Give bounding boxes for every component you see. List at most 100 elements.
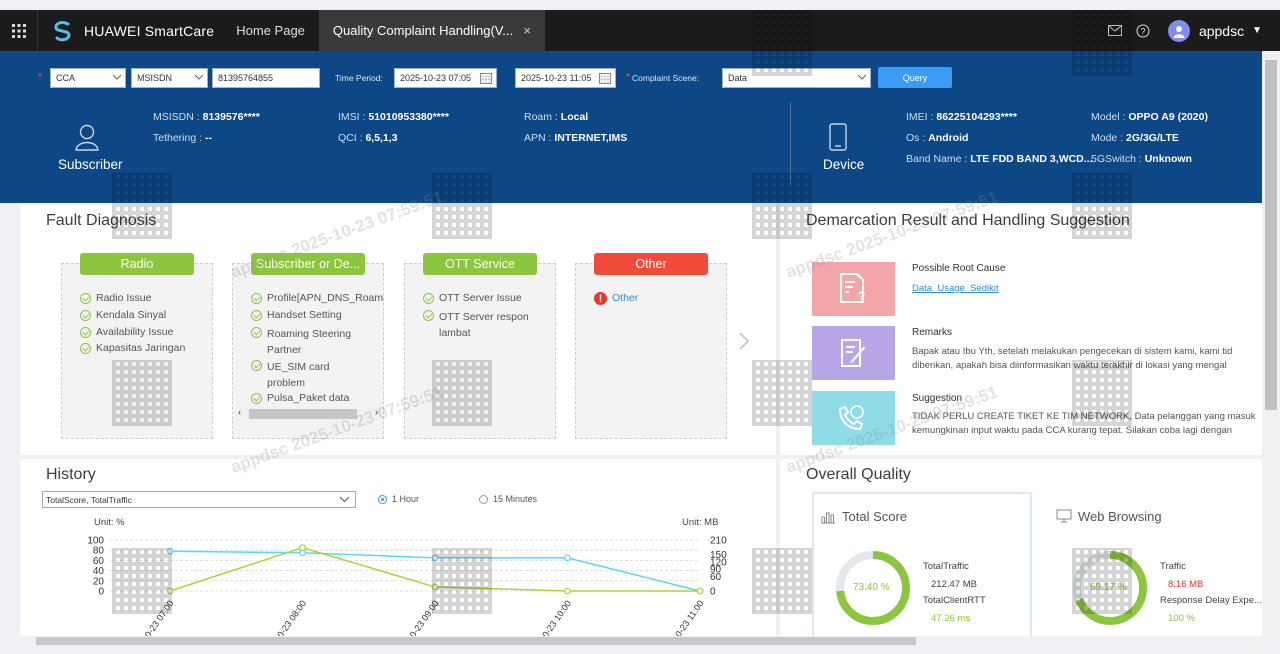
help-icon[interactable]: ? (1136, 24, 1150, 38)
qci-info: QCI : 6,5,1,3 (338, 132, 398, 144)
data-point (564, 587, 571, 595)
tab-home-page[interactable]: Home Page (222, 10, 319, 51)
list-item: UE_SIM card problem (251, 359, 341, 391)
tab-quality-complaint[interactable]: Quality Complaint Handling(V... × (318, 10, 545, 51)
vertical-scrollbar-thumb[interactable] (1265, 60, 1277, 410)
chevron-down-icon (340, 496, 349, 503)
check-circle-icon (423, 310, 434, 321)
check-circle-icon (80, 343, 91, 354)
mobile-phone-icon (829, 123, 847, 151)
qr-watermark (112, 173, 172, 239)
chevron-right-icon[interactable] (739, 332, 749, 350)
list-item: OTT Server Issue (423, 292, 553, 304)
total-score-percent: 73.40 % (853, 582, 890, 593)
msisdn-value: 81395764855 (218, 73, 274, 83)
tab-home-label: Home Page (236, 23, 305, 38)
radio-15-minutes[interactable]: 15 Minutes (479, 494, 537, 504)
metric-select[interactable]: TotalScore, TotalTraffic (42, 491, 356, 508)
query-button[interactable]: Query (878, 67, 952, 88)
os-info: Os : Android (906, 132, 969, 144)
app-grid-icon[interactable] (0, 10, 38, 51)
x-tick-label: 10-23 08:00 (272, 598, 308, 638)
check-circle-icon (251, 293, 262, 304)
subscriber-icon (75, 124, 99, 151)
complaint-scene-value: Data (728, 73, 748, 83)
remarks-tile (812, 326, 895, 380)
list-item: Handset Setting (251, 309, 381, 321)
check-circle-icon (251, 327, 262, 338)
qr-watermark (1072, 548, 1132, 614)
remarks-title: Remarks (912, 327, 953, 338)
check-circle-icon (80, 310, 91, 321)
time-from-input[interactable]: 2025-10-23 07:05 (394, 68, 497, 88)
imei-info: IMEI : 86225104293**** (906, 111, 1017, 123)
system-select[interactable]: CCA (50, 68, 126, 88)
chevron-down-icon (195, 74, 203, 80)
msisdn-input[interactable]: 81395764855 (212, 68, 320, 88)
data-point (564, 554, 571, 562)
imsi-info: IMSI : 51010953380**** (338, 111, 449, 123)
list-item: Kendala Sinyal (80, 309, 210, 321)
metric-select-value: TotalScore, TotalTraffic (46, 494, 132, 505)
close-tab-icon[interactable]: × (523, 23, 531, 38)
document-question-icon: ? (840, 273, 865, 303)
list-item: Roaming Steering Partner (251, 326, 361, 358)
fault-card-radio-head[interactable]: Radio (80, 253, 194, 275)
check-circle-icon (251, 310, 262, 321)
data-point (299, 544, 306, 552)
horizontal-scrollbar-thumb[interactable] (36, 637, 916, 645)
web-delay-value: 100 % (1168, 613, 1195, 624)
error-icon (594, 292, 607, 305)
x-tick-label: 10-23 10:00 (537, 598, 573, 638)
radio-unselected-icon (479, 494, 488, 504)
unit-right-label: Unit: MB (682, 517, 719, 528)
remarks-text-2: diberikan, apakah bisa diinformasikan wa… (912, 360, 1227, 371)
x-tick-label: 10-23 11:00 (670, 598, 705, 638)
user-menu-caret-icon[interactable]: ▼ (1252, 25, 1262, 36)
subscriber-label: Subscriber (58, 157, 123, 172)
list-item: Kapasitas Jaringan (80, 342, 210, 354)
total-rtt-label: TotalClientRTT (923, 595, 986, 606)
calendar-icon[interactable] (480, 72, 492, 84)
calendar-icon[interactable] (599, 72, 611, 84)
time-to-input[interactable]: 2025-10-23 11:05 (515, 68, 616, 88)
list-item: Availability Issue (80, 326, 210, 338)
web-traffic-label: Traffic (1160, 561, 1186, 572)
root-cause-link[interactable]: Data_Usage_Sedikit (912, 283, 999, 294)
required-marker: * (38, 72, 42, 83)
5g-switch-info: 5GSwitch : Unknown (1091, 153, 1192, 165)
check-circle-icon (251, 393, 262, 404)
app-logo[interactable]: HUAWEI SmartCare (52, 20, 214, 42)
check-circle-icon (80, 327, 91, 338)
id-type-select[interactable]: MSISDN (131, 68, 208, 88)
phone-support-icon (838, 405, 864, 431)
root-cause-title: Possible Root Cause (912, 263, 1006, 274)
fault-card-ott-head[interactable]: OTT Service (423, 253, 537, 275)
radio-1-hour[interactable]: 1 Hour (378, 494, 419, 504)
band-info: Band Name : LTE FDD BAND 3,WCD... (906, 153, 1093, 165)
complaint-scene-label: Complaint Scene: (632, 73, 700, 83)
required-marker: * (626, 72, 630, 83)
history-title: History (46, 466, 96, 483)
user-avatar[interactable] (1167, 19, 1190, 42)
data-point (696, 587, 704, 595)
time-from-value: 2025-10-23 07:05 (400, 73, 472, 83)
list-item: OTT Server respon lambat (423, 309, 541, 341)
smartcare-logo-icon (54, 20, 71, 41)
y-tick-right: 0 (710, 587, 716, 598)
fault-card-other: Other Other (575, 253, 727, 439)
qr-watermark (752, 10, 812, 76)
remarks-text-1: Bapak atau Ibu Yth, setelah melakukan pe… (912, 346, 1233, 357)
id-type-value: MSISDN (137, 73, 173, 83)
list-item: Pulsa_Paket data (251, 392, 381, 404)
scroll-left-icon[interactable]: ‹ (238, 407, 241, 417)
username[interactable]: appdsc (1199, 23, 1244, 39)
unit-left-label: Unit: % (94, 517, 125, 528)
apn-info: APN : INTERNET,IMS (524, 132, 628, 144)
qr-watermark (752, 548, 812, 614)
qr-watermark (752, 173, 812, 239)
total-traffic-label: TotalTraffic (923, 561, 969, 572)
bar-chart-icon (821, 512, 835, 524)
list-item[interactable]: Other (594, 292, 724, 305)
fault-card-other-head[interactable]: Other (594, 253, 708, 275)
